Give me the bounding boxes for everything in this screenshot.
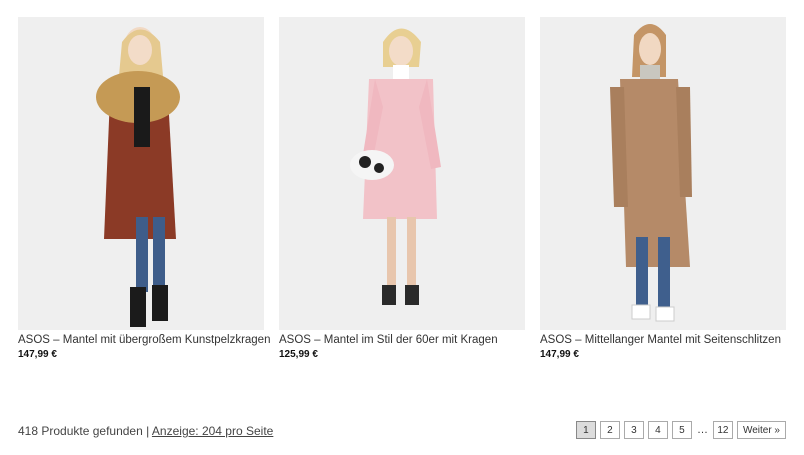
product-title[interactable]: ASOS – Mantel im Stil der 60er mit Krage…	[279, 334, 525, 346]
result-summary: 418 Produkte gefunden | Anzeige: 204 pro…	[18, 424, 273, 438]
product-image[interactable]	[279, 17, 525, 330]
product-card[interactable]: ASOS – Mantel im Stil der 60er mit Krage…	[279, 17, 525, 360]
pagination-ellipsis: …	[696, 424, 708, 436]
page-size-link[interactable]: Anzeige: 204 pro Seite	[152, 424, 273, 438]
product-price: 147,99 €	[540, 349, 579, 360]
page-button-last[interactable]: 12	[712, 421, 733, 439]
page-button-4[interactable]: 4	[647, 421, 668, 439]
product-title[interactable]: ASOS – Mittellanger Mantel mit Seitensch…	[540, 334, 786, 346]
product-card[interactable]: ASOS – Mittellanger Mantel mit Seitensch…	[540, 17, 786, 360]
page-button-5[interactable]: 5	[671, 421, 692, 439]
page-button-2[interactable]: 2	[599, 421, 620, 439]
product-card[interactable]: ASOS – Mantel mit übergroßem Kunstpelzkr…	[18, 17, 270, 360]
page-button-3[interactable]: 3	[623, 421, 644, 439]
product-price: 147,99 €	[18, 349, 57, 360]
model-photo-camel-coat	[540, 17, 786, 330]
separator: |	[146, 424, 150, 438]
product-image[interactable]	[540, 17, 786, 330]
page-button-1[interactable]: 1	[575, 421, 596, 439]
product-price: 125,99 €	[279, 349, 318, 360]
product-title[interactable]: ASOS – Mantel mit übergroßem Kunstpelzkr…	[18, 334, 270, 346]
model-photo-fur-collar-coat	[18, 17, 264, 330]
result-count: 418 Produkte gefunden	[18, 424, 143, 438]
product-image[interactable]	[18, 17, 264, 330]
pagination: 1 2 3 4 5 … 12 Weiter »	[575, 421, 786, 439]
next-page-button[interactable]: Weiter »	[736, 421, 786, 439]
model-photo-pink-coat	[279, 17, 525, 330]
